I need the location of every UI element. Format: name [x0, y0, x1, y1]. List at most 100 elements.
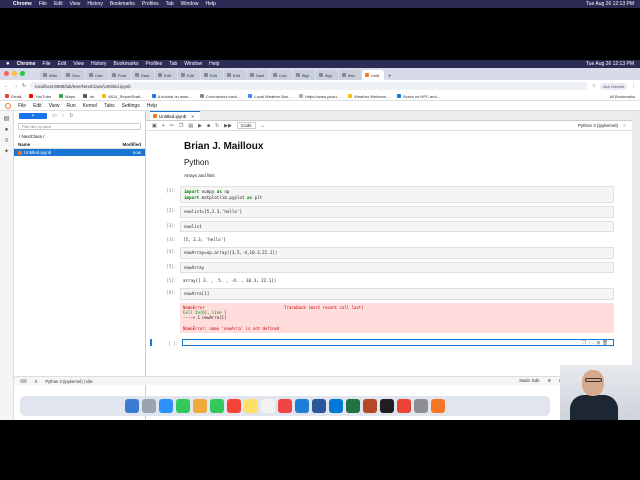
browser-tab[interactable]: Goo	[63, 70, 85, 80]
browser-tab[interactable]: Edit	[155, 70, 177, 80]
menu-file[interactable]: File	[43, 61, 51, 67]
browser-tab[interactable]: Dasl	[132, 70, 154, 80]
close-window-icon[interactable]	[4, 71, 9, 76]
menu-history[interactable]: History	[91, 61, 107, 67]
finder-icon[interactable]	[125, 399, 139, 413]
menu-chrome[interactable]: Chrome	[13, 1, 32, 7]
browser-tab[interactable]: BigI	[316, 70, 338, 80]
menu-view[interactable]: View	[70, 1, 81, 7]
notes-icon[interactable]	[244, 399, 258, 413]
code-cell[interactable]: [2]: newlist=[5,2.3,'hello']	[150, 206, 614, 218]
col-modified-header[interactable]: Modified	[123, 142, 142, 147]
menu-bookmarks[interactable]: Bookmarks	[114, 61, 139, 67]
bookmark-item[interactable]: A tutorial on asse...	[151, 94, 192, 99]
menu-bookmarks[interactable]: Bookmarks	[110, 1, 135, 7]
bookmark-item[interactable]: Maps	[59, 94, 75, 99]
file-row[interactable]: Untitled.ipynb now	[14, 149, 145, 156]
jmenu-run[interactable]: Run	[66, 103, 75, 109]
run-icon[interactable]: ▶	[198, 123, 202, 129]
fast-forward-icon[interactable]: ▶▶	[224, 123, 232, 129]
browser-tab-active[interactable]: Untit	[362, 70, 384, 80]
photos-icon[interactable]	[193, 399, 207, 413]
bookmark-item[interactable]: Notes on HPC and...	[397, 94, 440, 99]
col-name-header[interactable]: Name	[18, 142, 30, 147]
save-icon[interactable]: ▣	[152, 123, 157, 129]
jmenu-tabs[interactable]: Tabs	[104, 103, 115, 109]
bookmark-item[interactable]: Coronavirus track...	[199, 94, 240, 99]
menu-profiles[interactable]: Profiles	[142, 1, 159, 7]
menu-help[interactable]: Help	[209, 61, 219, 67]
kernel-name[interactable]: Python 3 (ipykernel)	[578, 123, 618, 128]
toc-icon[interactable]: ≡	[4, 138, 10, 144]
menu-help[interactable]: Help	[205, 1, 215, 7]
code-cell[interactable]: [5]: newArray	[150, 261, 614, 273]
kernel-status[interactable]: Python 3 (ipykernel) | Idle	[45, 379, 92, 384]
filter-files-input[interactable]: Filter files by name	[18, 123, 141, 130]
running-icon[interactable]: ●	[4, 127, 10, 133]
calendar-icon[interactable]	[227, 399, 241, 413]
word-icon[interactable]	[312, 399, 326, 413]
jmenu-edit[interactable]: Edit	[33, 103, 42, 109]
forward-icon[interactable]: →	[13, 83, 18, 89]
bookmark-item[interactable]: Weather Webcam...	[348, 94, 389, 99]
menu-window[interactable]: Window	[184, 61, 202, 67]
menu-kebab-icon[interactable]: ⋮	[631, 83, 636, 89]
back-icon[interactable]: ←	[4, 83, 9, 89]
apple-icon[interactable]: ●	[6, 61, 10, 67]
minimize-window-icon[interactable]	[12, 71, 17, 76]
browser-tab[interactable]: Edit	[178, 70, 200, 80]
browser-tab[interactable]: Dasl	[247, 70, 269, 80]
code-cell[interactable]: [1]: import numpy as np import matplotli…	[150, 186, 614, 203]
code-editor[interactable]: newlist=[5,2.3,'hello']	[180, 206, 614, 218]
messages-icon[interactable]	[176, 399, 190, 413]
bookmark-item[interactable]: .nk	[82, 94, 94, 99]
launchpad-icon[interactable]	[142, 399, 156, 413]
bookmark-item[interactable]: https://www.youtu...	[299, 94, 340, 99]
code-cell[interactable]: [4]: newArray=np.array([3,5,-4,10.3,22.1…	[150, 247, 614, 259]
menu-profiles[interactable]: Profiles	[146, 61, 163, 67]
paste-icon[interactable]: ▤	[188, 123, 193, 129]
settings-icon[interactable]: ⚙	[547, 378, 551, 384]
new-launcher-button[interactable]: +	[19, 113, 47, 119]
code-editor[interactable]: import numpy as np import matplotlib.pyp…	[180, 186, 614, 203]
powerpoint-icon[interactable]	[363, 399, 377, 413]
browser-tab[interactable]: Edit	[224, 70, 246, 80]
facetime-icon[interactable]	[210, 399, 224, 413]
code-editor[interactable]: newArray	[180, 261, 614, 273]
code-cell[interactable]: [6]: newArra[1]	[150, 288, 614, 300]
all-bookmarks[interactable]: All Bookmarks	[609, 94, 635, 99]
browser-tab[interactable]: Post	[109, 70, 131, 80]
browser-tab[interactable]: Whe	[40, 70, 62, 80]
url-input[interactable]: localhost:8888/lab/tree/NextClass/Untitl…	[30, 82, 588, 90]
settings-app-icon[interactable]	[414, 399, 428, 413]
browser-tab[interactable]: BigI	[293, 70, 315, 80]
copy-icon[interactable]: ❐	[179, 123, 183, 129]
safari-icon[interactable]	[159, 399, 173, 413]
profile-button[interactable]: Ash Genrini	[600, 82, 627, 90]
upload-icon[interactable]: ↑	[62, 113, 65, 119]
simple-toggle[interactable]	[20, 379, 27, 383]
add-cell-icon[interactable]: +	[162, 123, 165, 129]
chevron-down-icon[interactable]: ⌄	[261, 123, 265, 129]
maximize-window-icon[interactable]	[20, 71, 25, 76]
bookmark-item[interactable]: YouTube	[29, 94, 51, 99]
reload-icon[interactable]: ↻	[22, 83, 26, 89]
menu-window[interactable]: Window	[181, 1, 199, 7]
jmenu-settings[interactable]: Settings	[122, 103, 140, 109]
refresh-icon[interactable]: ↻	[69, 113, 73, 119]
notebook-tab[interactable]: Untitled.ipynb ×	[150, 111, 200, 120]
datetime[interactable]: Tue Aug 26 12:13 PM	[586, 61, 634, 67]
reminders-icon[interactable]	[261, 399, 275, 413]
music-icon[interactable]	[278, 399, 292, 413]
browser-tab[interactable]: Carr	[86, 70, 108, 80]
star-icon[interactable]: ☆	[592, 83, 596, 89]
active-code-cell[interactable]: [ ]: ❐↑↓⊞🗑	[150, 338, 614, 346]
new-folder-icon[interactable]: ▭	[52, 113, 57, 119]
menu-edit[interactable]: Edit	[54, 1, 63, 7]
menu-tab[interactable]: Tab	[169, 61, 177, 67]
bookmark-item[interactable]: WG4_ReportDraft...	[102, 94, 144, 99]
code-editor[interactable]: newArra[1]	[180, 288, 614, 300]
code-editor[interactable]: newArray=np.array([3,5,-4,10.3,22.1])	[180, 247, 614, 259]
jmenu-kernel[interactable]: Kernel	[83, 103, 97, 109]
cut-icon[interactable]: ✂	[170, 123, 174, 129]
